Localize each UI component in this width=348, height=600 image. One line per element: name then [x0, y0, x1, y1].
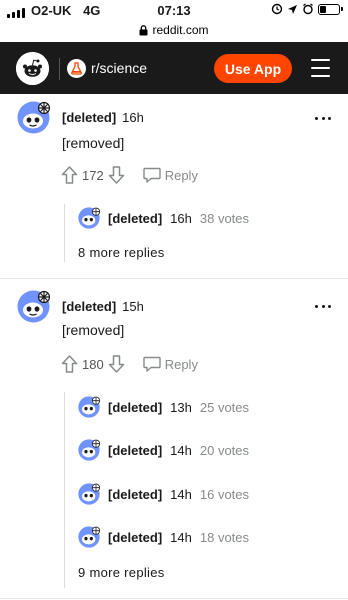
status-bar: O2-UK 4G 07:13: [0, 0, 348, 22]
status-icons: [271, 3, 343, 15]
avatar-icon[interactable]: [17, 101, 50, 134]
comment-author[interactable]: [deleted] 15h: [62, 299, 144, 314]
more-replies-link[interactable]: 8 more replies: [78, 245, 165, 260]
battery-icon: [318, 3, 343, 15]
avatar-icon: [78, 483, 100, 505]
avatar-icon: [78, 526, 100, 548]
comment-author[interactable]: [deleted] 16h: [62, 110, 144, 125]
reply-button[interactable]: Reply: [143, 167, 198, 183]
child-votes: 38 votes: [199, 210, 250, 226]
clock-alarm-icon: [303, 3, 313, 15]
reply-icon: [143, 167, 161, 183]
child-age: 13h: [170, 399, 192, 415]
child-comment[interactable]: [deleted] 16h 38 votes: [78, 207, 249, 229]
vote-score: 172: [82, 167, 104, 183]
child-votes: 20 votes: [199, 442, 250, 458]
more-options-icon[interactable]: [315, 115, 331, 121]
child-age: 14h: [170, 529, 192, 545]
reply-label: Reply: [164, 167, 198, 183]
site-header: r/science Use App: [0, 42, 348, 94]
comment-divider: [0, 278, 348, 279]
reply-button[interactable]: Reply: [143, 356, 198, 372]
child-votes: 25 votes: [199, 399, 250, 415]
header-divider: [59, 58, 60, 80]
child-votes: 16 votes: [199, 486, 250, 502]
child-author[interactable]: [deleted]: [108, 487, 162, 502]
alarm-icon: [271, 3, 283, 15]
child-age: 14h: [170, 442, 192, 458]
address-bar[interactable]: reddit.com: [0, 20, 348, 40]
lock-icon: [139, 24, 148, 35]
child-comment[interactable]: [deleted] 14h 20 votes: [78, 439, 249, 461]
upvote-icon[interactable]: [61, 355, 78, 373]
comment-age: 16h: [122, 110, 144, 125]
author-name[interactable]: [deleted]: [62, 110, 116, 125]
child-author[interactable]: [deleted]: [108, 211, 162, 226]
child-comment[interactable]: [deleted] 14h 16 votes: [78, 483, 249, 505]
avatar-icon[interactable]: [17, 290, 50, 323]
comment-divider: [0, 598, 348, 599]
reply-label: Reply: [164, 356, 198, 372]
upvote-icon[interactable]: [61, 166, 78, 184]
comment-actions: 172 Reply: [61, 165, 198, 185]
subreddit-name[interactable]: r/science: [91, 60, 147, 76]
vote-score: 180: [82, 356, 104, 372]
thread-line[interactable]: [64, 204, 65, 262]
comment-body: [removed]: [62, 322, 125, 338]
avatar-icon: [78, 439, 100, 461]
location-icon: [288, 4, 297, 14]
child-age: 14h: [170, 486, 192, 502]
avatar-icon: [78, 207, 100, 229]
author-name[interactable]: [deleted]: [62, 299, 116, 314]
more-options-icon[interactable]: [315, 303, 331, 309]
downvote-icon[interactable]: [108, 166, 125, 184]
avatar-icon: [78, 396, 100, 418]
comment-age: 15h: [122, 299, 144, 314]
child-author[interactable]: [deleted]: [108, 400, 162, 415]
reddit-logo-icon[interactable]: [16, 52, 49, 85]
menu-icon[interactable]: [311, 59, 330, 77]
child-comment[interactable]: [deleted] 14h 18 votes: [78, 526, 249, 548]
comment-body: [removed]: [62, 135, 125, 151]
downvote-icon[interactable]: [108, 355, 125, 373]
child-votes: 18 votes: [199, 529, 250, 545]
child-author[interactable]: [deleted]: [108, 443, 162, 458]
thread-line[interactable]: [64, 392, 65, 588]
comment-actions: 180 Reply: [61, 354, 198, 374]
subreddit-icon[interactable]: [67, 59, 86, 78]
child-author[interactable]: [deleted]: [108, 530, 162, 545]
child-age: 16h: [170, 210, 192, 226]
more-replies-link[interactable]: 9 more replies: [78, 565, 165, 580]
child-comment[interactable]: [deleted] 13h 25 votes: [78, 396, 249, 418]
use-app-button[interactable]: Use App: [214, 54, 292, 83]
reply-icon: [143, 356, 161, 372]
url-text: reddit.com: [152, 23, 209, 37]
